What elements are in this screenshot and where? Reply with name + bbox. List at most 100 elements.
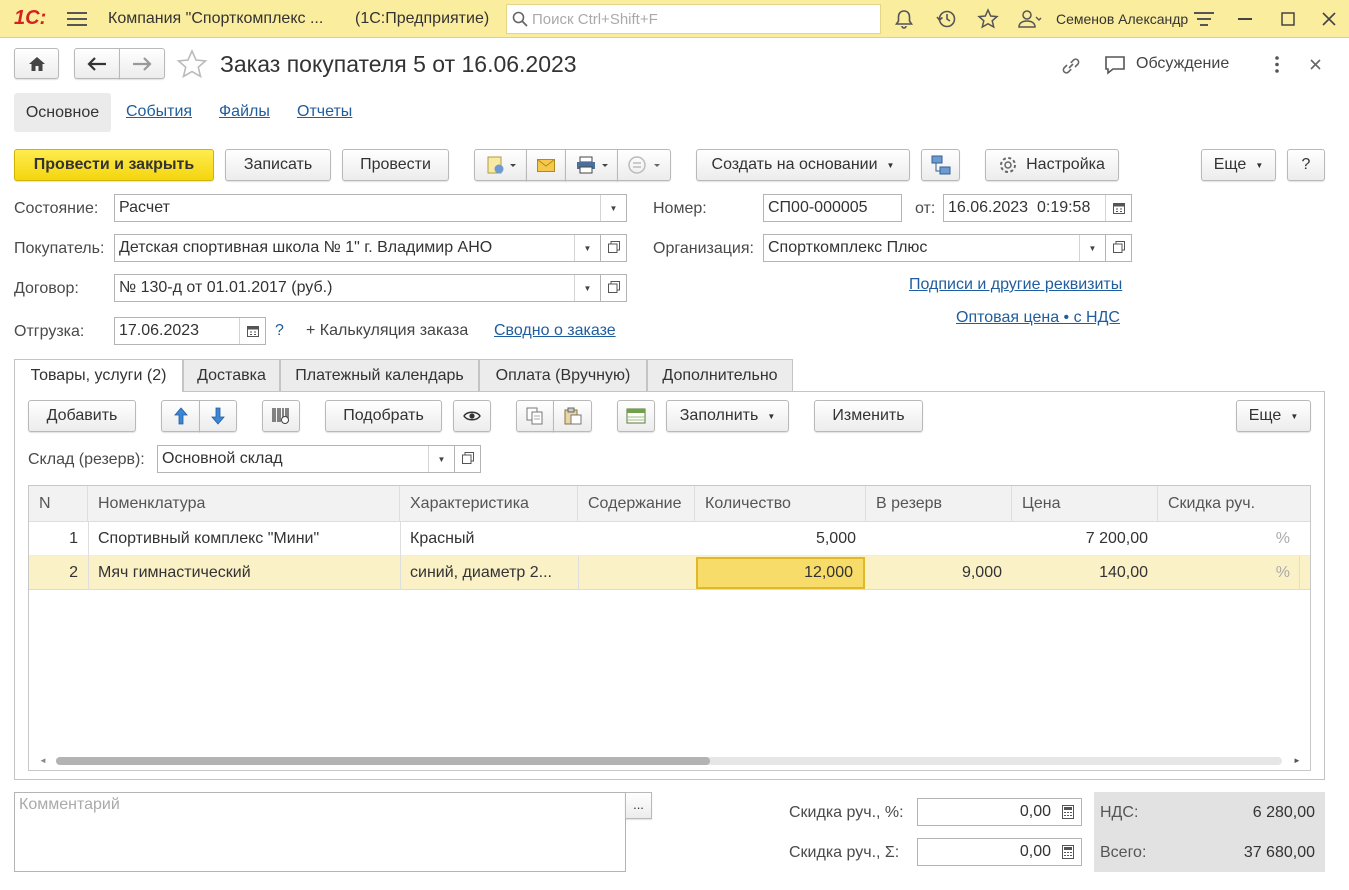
maximize-icon[interactable] xyxy=(1281,12,1295,26)
kebab-menu-icon[interactable] xyxy=(1275,56,1279,73)
calculator-icon[interactable] xyxy=(1055,839,1081,865)
tab-payment-calendar[interactable]: Платежный календарь xyxy=(280,359,479,391)
menu-icon[interactable] xyxy=(67,11,87,27)
change-button[interactable]: Изменить xyxy=(814,400,923,432)
state-field[interactable]: Расчет ▼ xyxy=(114,194,627,222)
settings-lines-icon[interactable] xyxy=(1194,11,1214,27)
tab-goods[interactable]: Товары, услуги (2) xyxy=(14,359,183,392)
link-icon[interactable] xyxy=(1060,55,1082,77)
row-quantity-active-cell[interactable]: 12,000 xyxy=(696,557,865,589)
comment-expand-button[interactable]: ... xyxy=(625,792,652,819)
edo-button[interactable] xyxy=(617,149,671,181)
order-summary-link[interactable]: Сводно о заказе xyxy=(494,322,616,340)
row-characteristic[interactable]: синий, диаметр 2... xyxy=(410,556,576,590)
discussion-label[interactable]: Обсуждение xyxy=(1136,55,1229,73)
discount-sum-field[interactable]: 0,00 xyxy=(917,838,1082,866)
row-content[interactable] xyxy=(578,556,695,590)
open-contract-button[interactable] xyxy=(601,274,627,302)
row-price[interactable]: 7 200,00 xyxy=(1012,522,1158,556)
forward-button[interactable] xyxy=(119,48,165,79)
close-form-icon[interactable] xyxy=(1310,59,1321,70)
warehouse-field[interactable]: Основной склад ▼ xyxy=(157,445,455,473)
table-more-button[interactable]: Еще ▼ xyxy=(1236,400,1311,432)
more-button[interactable]: Еще ▼ xyxy=(1201,149,1276,181)
shipment-date-field[interactable]: 17.06.2023 xyxy=(114,317,266,345)
barcode-button[interactable] xyxy=(262,400,300,432)
tab-additional[interactable]: Дополнительно xyxy=(647,359,793,391)
buyer-field[interactable]: Детская спортивная школа № 1" г. Владими… xyxy=(114,234,601,262)
move-down-button[interactable] xyxy=(199,400,237,432)
favorites-star-icon[interactable] xyxy=(977,8,999,30)
row-content[interactable] xyxy=(578,522,695,556)
save-button[interactable]: Записать xyxy=(225,149,331,181)
history-icon[interactable] xyxy=(936,9,956,29)
calendar-icon[interactable] xyxy=(239,318,265,344)
col-header-quantity[interactable]: Количество xyxy=(695,486,866,522)
email-button[interactable] xyxy=(526,149,566,181)
move-up-button[interactable] xyxy=(161,400,200,432)
col-header-discount[interactable]: Скидка руч. xyxy=(1158,486,1310,522)
row-characteristic[interactable]: Красный xyxy=(410,522,576,556)
help-question[interactable]: ? xyxy=(275,322,284,340)
print-button[interactable] xyxy=(565,149,618,181)
signatures-link[interactable]: Подписи и другие реквизиты xyxy=(909,276,1122,294)
comment-textarea[interactable]: Комментарий xyxy=(14,792,626,872)
col-header-item[interactable]: Номенклатура xyxy=(88,486,400,522)
fill-table-button[interactable] xyxy=(617,400,655,432)
back-button[interactable] xyxy=(74,48,120,79)
tab-payment[interactable]: Оплата (Вручную) xyxy=(479,359,647,391)
search-input[interactable]: Поиск Ctrl+Shift+F xyxy=(506,4,881,34)
scroll-left-icon[interactable]: ◄ xyxy=(39,756,47,765)
post-and-close-button[interactable]: Провести и закрыть xyxy=(14,149,214,181)
row-discount[interactable]: % xyxy=(1158,556,1310,590)
horizontal-scrollbar[interactable]: ◄ ► xyxy=(29,752,1310,770)
col-header-price[interactable]: Цена xyxy=(1012,486,1158,522)
open-organization-button[interactable] xyxy=(1106,234,1132,262)
create-based-on-button[interactable]: Создать на основании ▼ xyxy=(696,149,910,181)
row-item[interactable]: Мяч гимнастический xyxy=(98,556,398,590)
add-row-button[interactable]: Добавить xyxy=(28,400,136,432)
related-docs-button[interactable] xyxy=(474,149,527,181)
organization-field[interactable]: Спорткомплекс Плюс ▼ xyxy=(763,234,1106,262)
scrollbar-thumb[interactable] xyxy=(56,757,710,765)
chevron-down-icon[interactable]: ▼ xyxy=(600,195,626,221)
row-reserve[interactable] xyxy=(866,522,1012,556)
row-price[interactable]: 140,00 xyxy=(1012,556,1158,590)
nav-tab-files[interactable]: Файлы xyxy=(219,103,270,121)
nav-tab-main[interactable]: Основное xyxy=(14,93,111,132)
chevron-down-icon[interactable]: ▼ xyxy=(574,275,600,301)
table-row[interactable]: 1 Спортивный комплекс "Мини" Красный 5,0… xyxy=(29,522,1310,556)
chevron-down-icon[interactable]: ▼ xyxy=(428,446,454,472)
copy-button[interactable] xyxy=(516,400,554,432)
user-icon[interactable] xyxy=(1018,9,1042,29)
nav-tab-events[interactable]: События xyxy=(126,103,192,121)
discount-pct-field[interactable]: 0,00 xyxy=(917,798,1082,826)
table-row-selected[interactable]: 2 Мяч гимнастический синий, диаметр 2...… xyxy=(29,556,1310,590)
help-button[interactable]: ? xyxy=(1287,149,1325,181)
structure-button[interactable] xyxy=(921,149,960,181)
open-warehouse-button[interactable] xyxy=(455,445,481,473)
fill-button[interactable]: Заполнить ▼ xyxy=(666,400,789,432)
contract-field[interactable]: № 130-д от 01.01.2017 (руб.) ▼ xyxy=(114,274,601,302)
post-button[interactable]: Провести xyxy=(342,149,449,181)
chevron-down-icon[interactable]: ▼ xyxy=(1079,235,1105,261)
paste-button[interactable] xyxy=(553,400,592,432)
col-header-characteristic[interactable]: Характеристика xyxy=(400,486,578,522)
view-button[interactable] xyxy=(453,400,491,432)
calendar-icon[interactable] xyxy=(1105,195,1131,221)
scroll-right-icon[interactable]: ► xyxy=(1293,756,1301,765)
open-buyer-button[interactable] xyxy=(601,234,627,262)
minimize-icon[interactable] xyxy=(1238,18,1252,21)
calculator-icon[interactable] xyxy=(1055,799,1081,825)
bell-icon[interactable] xyxy=(894,9,914,29)
doc-date-field[interactable]: 16.06.2023 0:19:58 xyxy=(943,194,1132,222)
calculation-link[interactable]: + Калькуляция заказа xyxy=(306,322,468,340)
pick-button[interactable]: Подобрать xyxy=(325,400,442,432)
col-header-reserve[interactable]: В резерв xyxy=(866,486,1012,522)
price-type-link[interactable]: Оптовая цена • с НДС xyxy=(956,309,1120,327)
close-window-icon[interactable] xyxy=(1322,12,1336,26)
favorite-star-icon[interactable] xyxy=(176,49,208,79)
row-reserve[interactable]: 9,000 xyxy=(866,556,1012,590)
col-header-content[interactable]: Содержание xyxy=(578,486,695,522)
nav-tab-reports[interactable]: Отчеты xyxy=(297,103,352,121)
